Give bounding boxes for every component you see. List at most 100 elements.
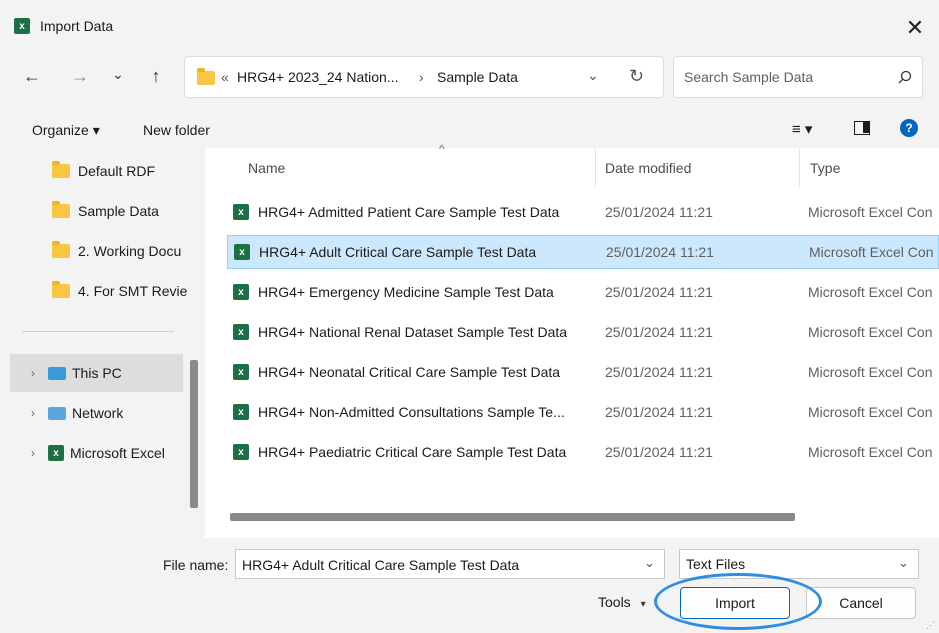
- address-overflow-chevron[interactable]: «: [221, 69, 229, 85]
- sidebar-item-smt-review[interactable]: 4. For SMT Revie: [0, 272, 235, 310]
- file-type: Microsoft Excel Con: [808, 284, 933, 300]
- search-input[interactable]: Search Sample Data: [684, 69, 813, 85]
- computer-icon: [48, 366, 66, 380]
- sidebar-item-label: Sample Data: [78, 203, 159, 219]
- file-date: 25/01/2024 11:21: [605, 364, 713, 380]
- sidebar-item-microsoft-excel[interactable]: › x Microsoft Excel: [10, 434, 201, 472]
- tools-menu[interactable]: Tools ▾: [598, 594, 646, 610]
- sidebar-item-label: 4. For SMT Revie: [78, 283, 188, 299]
- refresh-icon[interactable]: ↻: [629, 66, 644, 87]
- close-button[interactable]: ✕: [895, 10, 935, 46]
- file-name-label: File name:: [163, 557, 229, 573]
- file-name-field[interactable]: HRG4+ Adult Critical Care Sample Test Da…: [235, 549, 665, 579]
- file-type: Microsoft Excel Con: [808, 404, 933, 420]
- column-header-type[interactable]: Type: [810, 160, 840, 176]
- sidebar-divider: [22, 331, 174, 332]
- folder-icon: [52, 161, 70, 178]
- organize-button[interactable]: Organize ▾: [32, 122, 100, 139]
- sidebar-item-label: 2. Working Docu: [78, 243, 182, 259]
- folder-icon: [52, 201, 70, 218]
- file-name: HRG4+ National Renal Dataset Sample Test…: [258, 324, 568, 340]
- sidebar-item-label: Microsoft Excel: [70, 445, 165, 461]
- file-row[interactable]: x HRG4+ Admitted Patient Care Sample Tes…: [227, 195, 939, 229]
- breadcrumb-current[interactable]: Sample Data: [437, 69, 518, 85]
- chevron-down-icon[interactable]: ⌄: [644, 555, 655, 571]
- up-arrow-icon[interactable]: ↑: [142, 62, 170, 90]
- sidebar-item-default-rdf[interactable]: Default RDF: [0, 152, 235, 190]
- sidebar-scrollbar[interactable]: [190, 360, 198, 508]
- folder-icon: [197, 68, 215, 85]
- cancel-button[interactable]: Cancel: [806, 587, 916, 619]
- file-type-value[interactable]: Text Files: [686, 556, 745, 572]
- sidebar-item-sample-data[interactable]: Sample Data: [0, 192, 235, 230]
- file-date: 25/01/2024 11:21: [605, 444, 713, 460]
- window-title: Import Data: [40, 18, 114, 34]
- recent-locations-icon[interactable]: ⌄: [104, 60, 132, 88]
- excel-file-icon: x: [233, 204, 249, 220]
- file-date: 25/01/2024 11:21: [606, 244, 714, 260]
- file-row[interactable]: x HRG4+ Paediatric Critical Care Sample …: [227, 435, 939, 469]
- folder-icon: [52, 281, 70, 298]
- sidebar-item-label: Default RDF: [78, 163, 156, 179]
- column-divider[interactable]: [799, 148, 800, 188]
- resize-grip-icon[interactable]: ⋰: [926, 620, 936, 630]
- folder-icon: [52, 241, 70, 258]
- file-type: Microsoft Excel Con: [809, 244, 934, 260]
- excel-icon: x: [48, 445, 64, 461]
- sidebar-item-this-pc[interactable]: › This PC: [10, 354, 183, 392]
- excel-app-icon: x: [14, 18, 30, 34]
- file-list-scrollbar[interactable]: [230, 513, 795, 521]
- file-row[interactable]: x HRG4+ Non-Admitted Consultations Sampl…: [227, 395, 939, 429]
- excel-file-icon: x: [234, 244, 250, 260]
- file-row[interactable]: x HRG4+ Neonatal Critical Care Sample Te…: [227, 355, 939, 389]
- file-type: Microsoft Excel Con: [808, 204, 933, 220]
- excel-file-icon: x: [233, 284, 249, 300]
- file-name: HRG4+ Non-Admitted Consultations Sample …: [258, 404, 565, 420]
- file-type: Microsoft Excel Con: [808, 444, 933, 460]
- excel-file-icon: x: [233, 444, 249, 460]
- file-row[interactable]: x HRG4+ National Renal Dataset Sample Te…: [227, 315, 939, 349]
- sort-ascending-icon: ^: [439, 142, 445, 156]
- file-type: Microsoft Excel Con: [808, 324, 933, 340]
- search-icon[interactable]: [898, 70, 912, 84]
- column-header-date[interactable]: Date modified: [605, 160, 691, 176]
- sidebar-item-label: Network: [72, 405, 124, 421]
- address-dropdown-icon[interactable]: ⌄: [587, 67, 599, 84]
- file-name-value[interactable]: HRG4+ Adult Critical Care Sample Test Da…: [242, 557, 519, 573]
- sidebar-item-label: This PC: [72, 365, 122, 381]
- file-name: HRG4+ Neonatal Critical Care Sample Test…: [258, 364, 561, 380]
- chevron-right-icon[interactable]: ›: [18, 446, 48, 460]
- file-date: 25/01/2024 11:21: [605, 324, 713, 340]
- sidebar-item-working-docs[interactable]: 2. Working Docu: [0, 232, 235, 270]
- chevron-right-icon[interactable]: ›: [18, 366, 48, 380]
- help-icon[interactable]: ?: [900, 119, 918, 137]
- file-name: HRG4+ Emergency Medicine Sample Test Dat…: [258, 284, 554, 300]
- tools-dropdown-icon: ▾: [640, 599, 646, 610]
- file-list: ^ Name Date modified Type x HRG4+ Admitt…: [205, 142, 939, 538]
- back-arrow-icon[interactable]: ←: [18, 62, 46, 90]
- address-bar[interactable]: « HRG4+ 2023_24 Nation... › Sample Data …: [184, 56, 664, 98]
- tools-label: Tools: [598, 594, 631, 610]
- breadcrumb-separator: ›: [419, 69, 424, 85]
- file-type: Microsoft Excel Con: [808, 364, 933, 380]
- file-type-select[interactable]: Text Files ⌄: [679, 549, 919, 579]
- new-folder-button[interactable]: New folder: [143, 122, 210, 138]
- file-row-selected[interactable]: x HRG4+ Adult Critical Care Sample Test …: [227, 235, 939, 269]
- file-name: HRG4+ Adult Critical Care Sample Test Da…: [259, 244, 537, 260]
- breadcrumb-parent[interactable]: HRG4+ 2023_24 Nation...: [237, 69, 399, 85]
- column-divider[interactable]: [595, 148, 596, 188]
- view-options-icon[interactable]: ≡ ▾: [792, 120, 812, 138]
- excel-file-icon: x: [233, 364, 249, 380]
- chevron-down-icon[interactable]: ⌄: [898, 555, 909, 571]
- preview-pane-icon[interactable]: [854, 121, 870, 135]
- file-row[interactable]: x HRG4+ Emergency Medicine Sample Test D…: [227, 275, 939, 309]
- import-button[interactable]: Import: [680, 587, 790, 619]
- network-icon: [48, 406, 66, 420]
- sidebar-item-network[interactable]: › Network: [10, 394, 201, 432]
- chevron-right-icon[interactable]: ›: [18, 406, 48, 420]
- search-box[interactable]: Search Sample Data: [673, 56, 923, 98]
- forward-arrow-icon[interactable]: →: [66, 62, 94, 90]
- column-header-name[interactable]: Name: [248, 160, 285, 176]
- excel-file-icon: x: [233, 404, 249, 420]
- file-date: 25/01/2024 11:21: [605, 404, 713, 420]
